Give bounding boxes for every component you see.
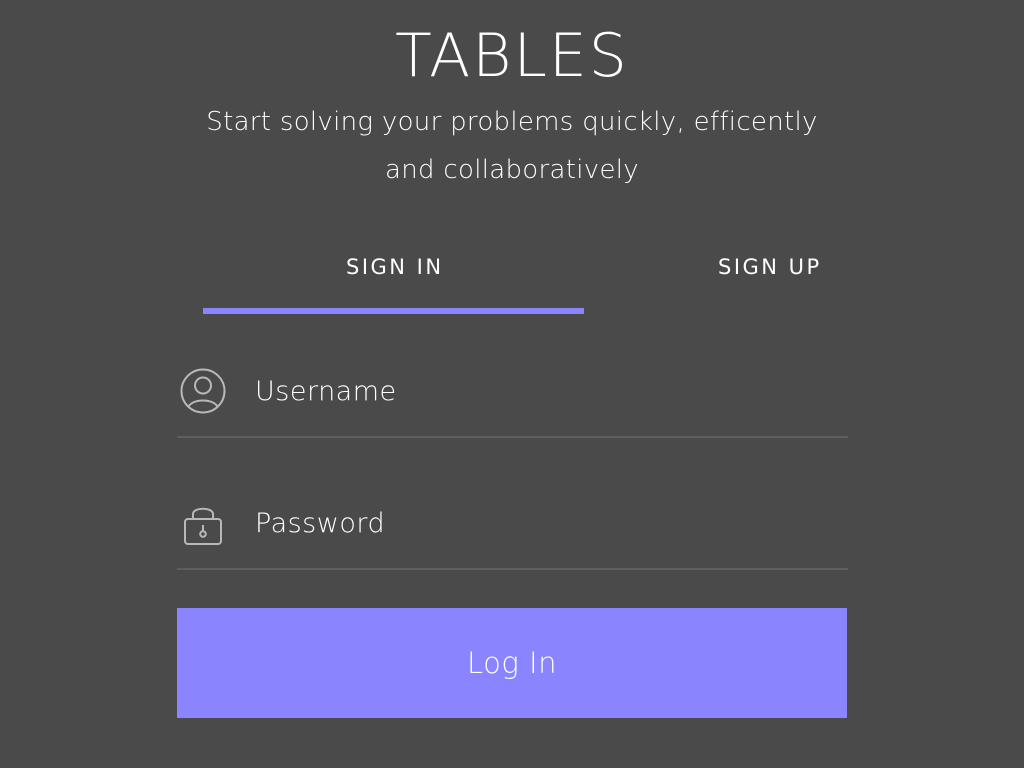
login-page: TABLES Start solving your problems quick… xyxy=(0,0,1024,768)
password-input[interactable] xyxy=(255,498,815,548)
username-field xyxy=(177,360,848,438)
app-title: TABLES xyxy=(395,21,629,91)
password-field xyxy=(177,492,848,570)
tab-sign-in[interactable]: SIGN IN xyxy=(346,252,444,282)
lock-icon xyxy=(180,500,226,546)
username-input[interactable] xyxy=(255,366,815,416)
tab-sign-up[interactable]: SIGN UP xyxy=(718,252,822,282)
active-tab-indicator xyxy=(203,308,584,314)
log-in-button[interactable]: Log In xyxy=(177,608,847,718)
tagline: Start solving your problems quickly, eff… xyxy=(206,107,818,185)
user-circle-icon xyxy=(180,368,226,414)
